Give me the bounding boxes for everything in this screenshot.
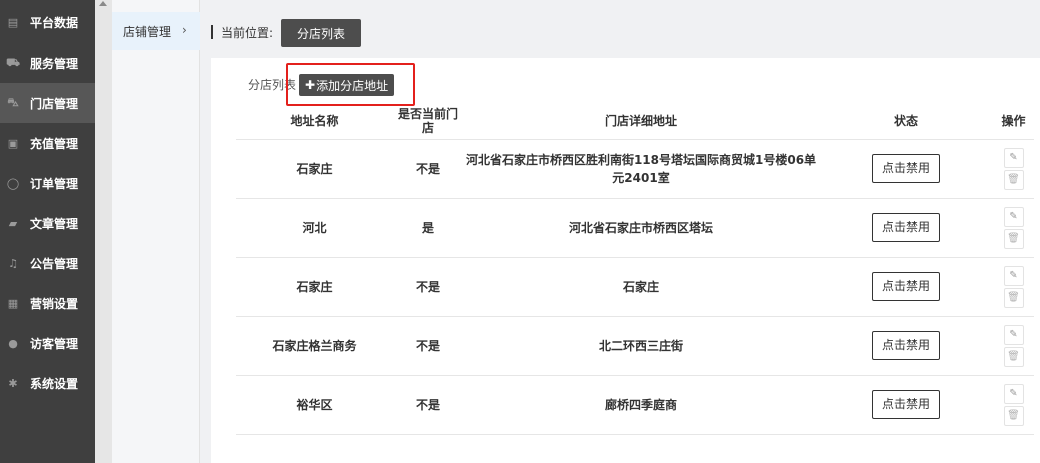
header-address: 门店详细地址 [463, 103, 819, 140]
submenu-panel: 店铺管理 › [112, 0, 200, 463]
sidebar-item-label: 访客管理 [30, 336, 79, 351]
cell-op: ✎ 🗑 [993, 375, 1034, 435]
cell-name: 石家庄 [236, 139, 393, 199]
breadcrumb-marker [211, 25, 213, 39]
main-content: 当前位置: 分店列表 分店列表 ✚ 添加分店地址 地址名称 是否当前门店 门店详… [200, 0, 1040, 463]
sidebar-item-orders[interactable]: ◯ 订单管理 [0, 163, 95, 203]
disable-button[interactable]: 点击禁用 [872, 213, 940, 242]
cell-address: 河北省石家庄市桥西区塔坛 [463, 198, 819, 258]
sidebar-item-label: 订单管理 [30, 176, 79, 191]
sidebar-item-settings[interactable]: ✱ 系统设置 [0, 363, 95, 403]
cell-op: ✎ 🗑 [993, 198, 1034, 258]
cell-name: 石家庄 [236, 257, 393, 317]
table-header-row: 地址名称 是否当前门店 门店详细地址 状态 操作 [236, 103, 1034, 140]
disable-button[interactable]: 点击禁用 [872, 331, 940, 360]
money-icon: ▣ [7, 136, 19, 150]
sidebar-item-marketing[interactable]: ▦ 营销设置 [0, 283, 95, 323]
cell-op: ✎ 🗑 [993, 316, 1034, 376]
trash-icon[interactable]: 🗑 [1003, 169, 1024, 190]
trash-icon[interactable]: 🗑 [1003, 405, 1024, 426]
sidebar-item-label: 门店管理 [30, 96, 79, 111]
sidebar-item-label: 文章管理 [30, 216, 79, 231]
submenu-item-store-management[interactable]: 店铺管理 › [112, 12, 200, 50]
cell-current: 不是 [393, 316, 463, 376]
add-branch-address-label: 添加分店地址 [316, 78, 389, 93]
header-state: 状态 [819, 103, 993, 140]
breadcrumb-current-button[interactable]: 分店列表 [281, 19, 362, 47]
edit-pencil-icon[interactable]: ✎ [1003, 206, 1024, 227]
trash-icon[interactable]: 🗑 [1003, 346, 1024, 367]
panel-title: 分店列表 [248, 78, 297, 92]
user-icon: ● [8, 336, 18, 350]
sidebar-item-label: 充值管理 [30, 136, 79, 151]
table-row: 石家庄 不是 石家庄 点击禁用 ✎ 🗑 [236, 257, 1034, 317]
header-op: 操作 [993, 103, 1034, 140]
cell-state: 点击禁用 [819, 198, 993, 258]
comment-icon: ◯ [6, 176, 20, 190]
cell-current: 不是 [393, 375, 463, 435]
book-icon: ▰ [8, 216, 18, 230]
sidebar-item-label: 服务管理 [30, 56, 79, 71]
edit-pencil-icon[interactable]: ✎ [1003, 147, 1024, 168]
trash-icon[interactable]: 🗑 [1003, 287, 1024, 308]
sidebar-item-label: 平台数据 [30, 15, 79, 30]
cell-address: 北二环西三庄街 [463, 316, 819, 376]
disable-button[interactable]: 点击禁用 [872, 154, 940, 183]
cell-name: 河北 [236, 198, 393, 258]
cell-address: 廊桥四季庭商 [463, 375, 819, 435]
disable-button[interactable]: 点击禁用 [872, 390, 940, 419]
bell-icon: ♫ [8, 256, 18, 270]
cell-current: 不是 [393, 139, 463, 199]
trash-icon[interactable]: 🗑 [1003, 228, 1024, 249]
sidebar-item-visitors[interactable]: ● 访客管理 [0, 323, 95, 363]
cell-name: 裕华区 [236, 375, 393, 435]
dashboard-icon: ▤ [7, 15, 19, 29]
header-name: 地址名称 [236, 103, 393, 140]
main-sidebar: ▤ 平台数据 ⛟ 服务管理 ⛍ 门店管理 ▣ 充值管理 ◯ 订单管理 ▰ 文章管… [0, 0, 95, 463]
sidebar-item-recharge[interactable]: ▣ 充值管理 [0, 123, 95, 163]
branch-table: 地址名称 是否当前门店 门店详细地址 状态 操作 石家庄 不是 河北省石家庄市桥… [236, 103, 1034, 435]
cell-state: 点击禁用 [819, 139, 993, 199]
edit-pencil-icon[interactable]: ✎ [1003, 265, 1024, 286]
cart-icon: ⛟ [6, 55, 20, 69]
sidebar-item-service[interactable]: ⛟ 服务管理 [0, 43, 95, 83]
add-branch-address-button[interactable]: ✚ 添加分店地址 [299, 74, 395, 96]
sidebar-item-platform-data[interactable]: ▤ 平台数据 [0, 2, 95, 42]
breadcrumb-label: 当前位置: [221, 25, 274, 40]
submenu-item-label: 店铺管理 [123, 24, 172, 39]
cell-state: 点击禁用 [819, 375, 993, 435]
table-row: 石家庄格兰商务 不是 北二环西三庄街 点击禁用 ✎ 🗑 [236, 316, 1034, 376]
edit-pencil-icon[interactable]: ✎ [1003, 383, 1024, 404]
sidebar-item-label: 公告管理 [30, 256, 79, 271]
plus-icon: ✚ [305, 78, 316, 92]
cell-address: 河北省石家庄市桥西区胜利南街118号塔坛国际商贸城1号楼06单元2401室 [463, 139, 819, 199]
sidebar-item-label: 营销设置 [30, 296, 79, 311]
table-row: 裕华区 不是 廊桥四季庭商 点击禁用 ✎ 🗑 [236, 375, 1034, 435]
disable-button[interactable]: 点击禁用 [872, 272, 940, 301]
cell-current: 不是 [393, 257, 463, 317]
scroll-up-arrow-icon[interactable] [99, 1, 107, 6]
sidebar-item-notices[interactable]: ♫ 公告管理 [0, 243, 95, 283]
cell-state: 点击禁用 [819, 257, 993, 317]
header-current: 是否当前门店 [393, 103, 463, 140]
cell-op: ✎ 🗑 [993, 139, 1034, 199]
cell-name: 石家庄格兰商务 [236, 316, 393, 376]
sidebar-scrollbar[interactable] [95, 0, 112, 463]
gear-icon: ✱ [8, 376, 18, 390]
table-row: 河北 是 河北省石家庄市桥西区塔坛 点击禁用 ✎ 🗑 [236, 198, 1034, 258]
cell-address: 石家庄 [463, 257, 819, 317]
cell-state: 点击禁用 [819, 316, 993, 376]
breadcrumb: 当前位置: 分店列表 [211, 19, 362, 47]
chevron-right-icon: › [182, 23, 187, 37]
gift-icon: ▦ [7, 296, 19, 310]
cell-op: ✎ 🗑 [993, 257, 1034, 317]
branch-list-panel: 分店列表 ✚ 添加分店地址 地址名称 是否当前门店 门店详细地址 状态 操作 石… [211, 58, 1040, 463]
sidebar-item-articles[interactable]: ▰ 文章管理 [0, 203, 95, 243]
cell-current: 是 [393, 198, 463, 258]
edit-pencil-icon[interactable]: ✎ [1003, 324, 1024, 345]
table-row: 石家庄 不是 河北省石家庄市桥西区胜利南街118号塔坛国际商贸城1号楼06单元2… [236, 139, 1034, 199]
car-icon: ⛍ [7, 95, 19, 109]
sidebar-item-label: 系统设置 [30, 376, 79, 391]
sidebar-item-store[interactable]: ⛍ 门店管理 [0, 83, 95, 123]
